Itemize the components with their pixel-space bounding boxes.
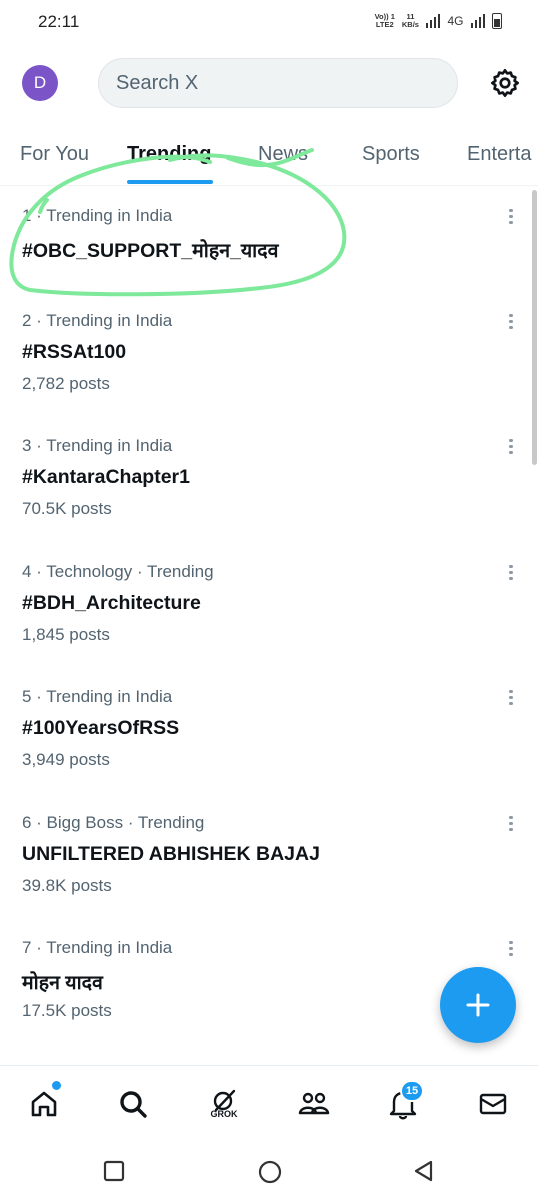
trend-meta: 6 · Bigg Boss · Trending	[22, 813, 205, 832]
tab-news[interactable]: News	[258, 143, 308, 166]
more-options-icon[interactable]	[505, 813, 517, 835]
trend-item[interactable]: 3 · Trending in India #KantaraChapter1 7…	[0, 436, 530, 551]
trend-meta: 3 · Trending in India	[22, 436, 173, 455]
trend-meta: 4 · Technology · Trending	[22, 562, 214, 581]
gear-icon[interactable]	[489, 67, 521, 99]
active-tab-indicator	[127, 180, 213, 184]
battery-icon	[492, 13, 502, 29]
status-time: 22:11	[38, 12, 80, 31]
bottom-nav: GROK	[0, 1065, 538, 1143]
trend-item[interactable]: 5 · Trending in India #100YearsOfRSS 3,9…	[0, 687, 530, 802]
tab-trending[interactable]: Trending	[127, 143, 211, 166]
trend-item[interactable]: 6 · Bigg Boss · Trending UNFILTERED ABHI…	[0, 813, 530, 928]
home-icon	[31, 1091, 57, 1117]
plus-icon	[466, 993, 490, 1017]
signal-icon	[425, 14, 441, 28]
more-options-icon[interactable]	[505, 206, 517, 228]
trend-title: UNFILTERED ABHISHEK BAJAJ	[22, 843, 320, 865]
search-icon	[120, 1091, 147, 1118]
trend-title: #RSSAt100	[22, 341, 127, 363]
trend-title: #KantaraChapter1	[22, 466, 190, 488]
trend-posts: 1,845 posts	[22, 625, 110, 644]
more-options-icon[interactable]	[505, 436, 517, 458]
trend-meta: 5 · Trending in India	[22, 687, 173, 706]
nav-search[interactable]	[113, 1084, 153, 1124]
network-speed: 11 KB/s	[401, 12, 419, 29]
tab-sports[interactable]: Sports	[362, 143, 420, 166]
mail-icon	[479, 1093, 507, 1115]
trend-posts: 39.8K posts	[22, 876, 112, 895]
nav-grok[interactable]: GROK	[204, 1078, 244, 1124]
tab-entertainment[interactable]: Enterta	[467, 143, 531, 166]
nav-communities[interactable]	[294, 1084, 334, 1124]
communities-icon	[298, 1092, 330, 1115]
back-icon[interactable]	[413, 1160, 435, 1182]
trend-item[interactable]: 2 · Trending in India #RSSAt100 2,782 po…	[0, 311, 530, 426]
nav-messages[interactable]	[473, 1084, 513, 1124]
home-button-icon[interactable]	[258, 1160, 282, 1184]
trend-meta: 7 · Trending in India	[22, 938, 173, 957]
grok-label: GROK	[210, 1109, 238, 1119]
status-icons: Vo)) 1 LTE2 11 KB/s 4G	[375, 10, 502, 32]
trend-title: मोहन यादव	[22, 972, 103, 994]
trend-posts: 17.5K posts	[22, 1001, 112, 1020]
trend-item[interactable]: 1 · Trending in India #OBC_SUPPORT_मोहन_…	[0, 206, 530, 321]
system-nav-bar	[0, 1143, 538, 1200]
more-options-icon[interactable]	[505, 687, 517, 709]
trend-item[interactable]: 4 · Technology · Trending #BDH_Architect…	[0, 562, 530, 677]
notification-badge: 15	[400, 1080, 424, 1102]
tab-for-you[interactable]: For You	[20, 143, 89, 166]
more-options-icon[interactable]	[505, 311, 517, 333]
nav-home[interactable]	[24, 1084, 64, 1124]
trend-title: #BDH_Architecture	[22, 592, 201, 614]
more-options-icon[interactable]	[505, 562, 517, 584]
signal-icon-2	[470, 14, 485, 28]
tab-bar: For You Trending News Sports Enterta	[0, 128, 538, 186]
compose-button[interactable]	[440, 967, 516, 1043]
trend-posts: 2,782 posts	[22, 374, 110, 393]
recent-apps-icon[interactable]	[103, 1160, 125, 1182]
trend-meta: 2 · Trending in India	[22, 311, 173, 330]
trend-title: #OBC_SUPPORT_मोहन_यादव	[22, 240, 279, 262]
more-options-icon[interactable]	[505, 938, 517, 960]
trend-posts: 3,949 posts	[22, 750, 110, 769]
avatar[interactable]: D	[22, 65, 58, 101]
search-bar[interactable]	[98, 58, 458, 108]
trend-posts: 70.5K posts	[22, 499, 112, 518]
trend-meta: 1 · Trending in India	[22, 206, 173, 225]
network-type: 4G	[447, 14, 464, 28]
scrollbar[interactable]	[532, 190, 537, 465]
search-input[interactable]	[99, 59, 457, 107]
trend-title: #100YearsOfRSS	[22, 717, 180, 739]
status-bar: 22:11 Vo)) 1 LTE2 11 KB/s 4G	[0, 0, 538, 44]
volte-indicator: Vo)) 1 LTE2	[374, 12, 395, 29]
unread-indicator	[52, 1081, 61, 1090]
